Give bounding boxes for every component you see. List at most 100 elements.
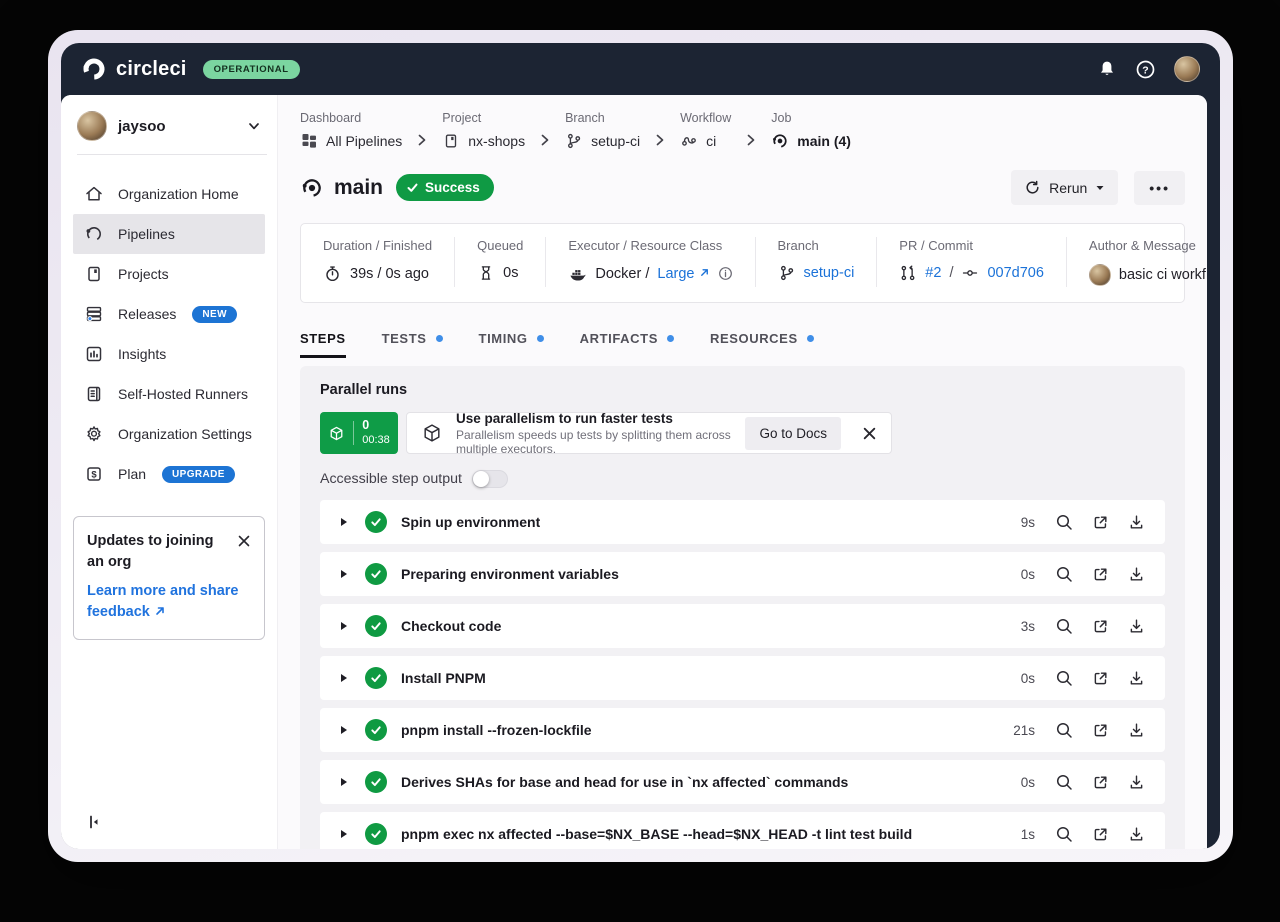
gear-icon <box>84 424 104 444</box>
tab-timing[interactable]: TIMING <box>479 331 544 358</box>
rerun-icon <box>1024 179 1041 196</box>
toggle-label: Accessible step output <box>320 471 462 487</box>
breadcrumb-separator <box>525 111 565 150</box>
go-to-docs-button[interactable]: Go to Docs <box>745 417 841 450</box>
open-in-new-icon[interactable] <box>1089 719 1111 741</box>
notifications-bell-icon[interactable] <box>1097 59 1117 79</box>
close-icon[interactable] <box>237 531 251 548</box>
breadcrumb-dashboard: Dashboard All Pipelines <box>300 111 402 150</box>
sidebar-item-projects[interactable]: Projects <box>73 254 265 294</box>
logo-text-2: ci <box>169 58 186 80</box>
sidebar-item-pipelines[interactable]: Pipelines <box>73 214 265 254</box>
sidebar-item-plan[interactable]: $ Plan UPGRADE <box>73 454 265 494</box>
branch-link[interactable]: setup-ci <box>804 265 855 281</box>
rerun-button[interactable]: Rerun <box>1011 170 1118 205</box>
app-panel: jaysoo Organiza <box>61 95 1207 849</box>
tab-artifacts[interactable]: ARTIFACTS <box>580 331 674 358</box>
download-icon[interactable] <box>1125 719 1147 741</box>
sidebar-item-releases[interactable]: Releases NEW <box>73 294 265 334</box>
open-in-new-icon[interactable] <box>1089 615 1111 637</box>
search-icon[interactable] <box>1053 511 1075 533</box>
download-icon[interactable] <box>1125 667 1147 689</box>
resource-class-link[interactable]: Large <box>657 266 709 282</box>
sidebar-item-label: Insights <box>118 346 166 362</box>
sidebar-item-organization-home[interactable]: Organization Home <box>73 174 265 214</box>
open-in-new-icon[interactable] <box>1089 563 1111 585</box>
download-icon[interactable] <box>1125 771 1147 793</box>
step-row[interactable]: Spin up environment 9s <box>320 500 1165 544</box>
sidebar-item-self-hosted-runners[interactable]: Self-Hosted Runners <box>73 374 265 414</box>
open-in-new-icon[interactable] <box>1089 511 1111 533</box>
info-icon[interactable] <box>718 266 733 281</box>
status-operational-badge[interactable]: OPERATIONAL <box>203 60 300 79</box>
commit-icon <box>961 264 979 282</box>
releases-icon <box>84 304 104 324</box>
breadcrumb-ci[interactable]: ci <box>680 132 731 150</box>
expand-caret-icon[interactable] <box>341 830 347 838</box>
summary-branch: Branch setup-ci <box>755 237 877 287</box>
parallel-run-selector[interactable]: 0 00:38 <box>320 412 398 454</box>
download-icon[interactable] <box>1125 511 1147 533</box>
download-icon[interactable] <box>1125 823 1147 845</box>
expand-caret-icon[interactable] <box>341 778 347 786</box>
step-row[interactable]: pnpm exec nx affected --base=$NX_BASE --… <box>320 812 1165 849</box>
breadcrumb-setup-ci[interactable]: setup-ci <box>565 132 640 150</box>
download-icon[interactable] <box>1125 563 1147 585</box>
updates-card-link[interactable]: Learn more and share feedback <box>87 581 251 623</box>
open-in-new-icon[interactable] <box>1089 771 1111 793</box>
search-icon[interactable] <box>1053 615 1075 637</box>
accessible-output-toggle[interactable] <box>472 470 508 488</box>
tab-steps[interactable]: STEPS <box>300 331 346 358</box>
help-icon[interactable]: ? <box>1135 59 1156 80</box>
close-icon[interactable] <box>862 426 877 441</box>
step-row[interactable]: Derives SHAs for base and head for use i… <box>320 760 1165 804</box>
success-check-icon <box>365 771 387 793</box>
breadcrumb-separator <box>402 111 442 150</box>
org-switcher[interactable]: jaysoo <box>61 95 277 154</box>
step-row[interactable]: Preparing environment variables 0s <box>320 552 1165 596</box>
svg-text:?: ? <box>1142 64 1148 76</box>
expand-caret-icon[interactable] <box>341 674 347 682</box>
expand-caret-icon[interactable] <box>341 726 347 734</box>
pr-number-link[interactable]: #2 <box>925 265 941 281</box>
breadcrumb-nx-shops[interactable]: nx-shops <box>442 132 525 150</box>
sidebar-item-insights[interactable]: Insights <box>73 334 265 374</box>
breadcrumb-job: Job main (4) <box>771 111 851 150</box>
success-check-icon <box>365 719 387 741</box>
summary-author: Author & Message basic ci workflow <box>1066 237 1207 287</box>
search-icon[interactable] <box>1053 823 1075 845</box>
more-actions-button[interactable]: ••• <box>1134 171 1185 205</box>
workflow-icon <box>680 132 698 150</box>
search-icon[interactable] <box>1053 667 1075 689</box>
expand-caret-icon[interactable] <box>341 570 347 578</box>
expand-caret-icon[interactable] <box>341 518 347 526</box>
breadcrumb-label: Workflow <box>680 111 731 125</box>
collapse-sidebar-button[interactable] <box>85 811 107 833</box>
open-in-new-icon[interactable] <box>1089 667 1111 689</box>
sidebar-nav: Organization Home Pipelines <box>61 155 277 494</box>
pull-request-icon <box>899 264 917 282</box>
tab-tests[interactable]: TESTS <box>382 331 443 358</box>
step-duration: 21s <box>1013 723 1035 738</box>
breadcrumb-main-4[interactable]: main (4) <box>771 132 851 150</box>
user-avatar[interactable] <box>1174 56 1200 82</box>
step-row[interactable]: Checkout code 3s <box>320 604 1165 648</box>
download-icon[interactable] <box>1125 615 1147 637</box>
search-icon[interactable] <box>1053 771 1075 793</box>
sidebar-item-organization-settings[interactable]: Organization Settings <box>73 414 265 454</box>
step-row[interactable]: pnpm install --frozen-lockfile 21s <box>320 708 1165 752</box>
circleci-logo[interactable]: circleci <box>81 56 187 82</box>
commit-hash-link[interactable]: 007d706 <box>987 265 1043 281</box>
sidebar-item-label: Organization Settings <box>118 426 252 442</box>
step-duration: 0s <box>1021 567 1035 582</box>
tab-resources[interactable]: RESOURCES <box>710 331 814 358</box>
search-icon[interactable] <box>1053 563 1075 585</box>
expand-caret-icon[interactable] <box>341 622 347 630</box>
step-row[interactable]: Install PNPM 0s <box>320 656 1165 700</box>
success-check-icon <box>365 667 387 689</box>
job-tabs: STEPS TESTS TIMING ARTIFACTS RESOURCES <box>300 331 1185 358</box>
breadcrumb-all-pipelines[interactable]: All Pipelines <box>300 132 402 150</box>
docker-icon <box>568 264 587 283</box>
open-in-new-icon[interactable] <box>1089 823 1111 845</box>
search-icon[interactable] <box>1053 719 1075 741</box>
